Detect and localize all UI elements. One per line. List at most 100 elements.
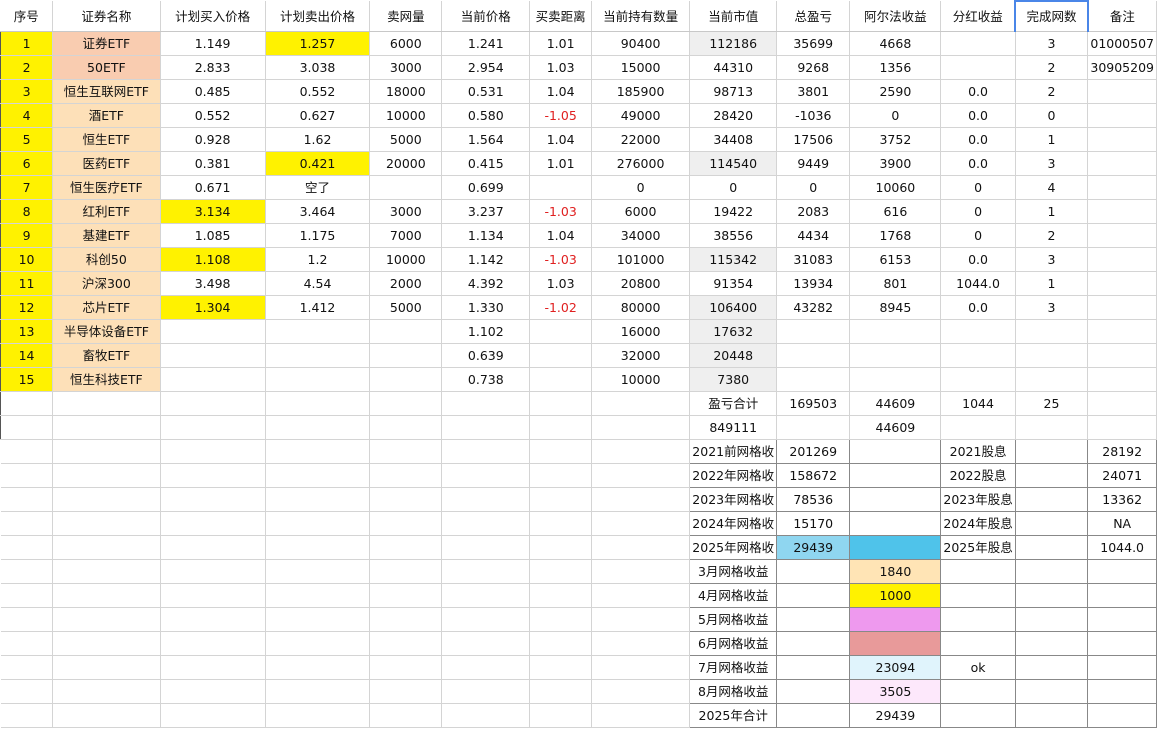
cell-name[interactable]: 沪深300 [52,271,161,296]
cell-holding-qty[interactable] [591,415,691,440]
cell-dividend[interactable] [940,367,1016,392]
cell-note[interactable]: 1044.0 [1087,535,1157,560]
cell-current-price[interactable]: 1.330 [441,295,531,320]
cell-buy-price[interactable] [160,583,266,608]
cell-buy-price[interactable] [160,415,266,440]
cell-sell-price[interactable] [265,487,371,512]
cell-index[interactable] [0,655,54,680]
cell-grid-qty[interactable] [369,535,443,560]
column-header-note[interactable]: 备注 [1087,1,1157,32]
cell-current-price[interactable]: 0.738 [441,367,531,392]
cell-note[interactable]: NA [1087,511,1157,536]
cell-market-value[interactable]: 34408 [689,127,778,152]
cell-distance[interactable]: -1.03 [529,247,592,272]
cell-buy-price[interactable]: 0.381 [160,151,266,176]
cell-distance[interactable]: -1.02 [529,295,592,320]
cell-index[interactable] [0,511,54,536]
cell-dividend[interactable]: 2022股息 [940,463,1016,488]
cell-note[interactable]: 30905209 [1087,55,1157,80]
cell-name[interactable]: 恒生科技ETF [52,367,161,392]
cell-current-price[interactable]: 1.134 [441,223,531,248]
cell-buy-price[interactable]: 0.485 [160,79,266,104]
cell-grid-qty[interactable] [369,679,443,704]
cell-grid-qty[interactable] [369,391,443,416]
cell-market-value[interactable]: 20448 [689,343,778,368]
cell-buy-price[interactable] [160,391,266,416]
cell-name[interactable] [52,631,161,656]
cell-dividend[interactable]: 0 [940,175,1016,200]
cell-name[interactable]: 恒生ETF [52,127,161,152]
cell-name[interactable]: 恒生互联网ETF [52,79,161,104]
cell-holding-qty[interactable]: 0 [591,175,691,200]
cell-dividend[interactable]: 0 [940,199,1016,224]
cell-grid-qty[interactable] [369,607,443,632]
cell-current-price[interactable] [441,631,531,656]
cell-grids-done[interactable]: 4 [1015,175,1089,200]
cell-current-price[interactable]: 0.415 [441,151,531,176]
cell-index[interactable]: 4 [0,103,54,128]
cell-sell-price[interactable]: 1.175 [265,223,371,248]
cell-grid-qty[interactable]: 3000 [369,199,443,224]
cell-sell-price[interactable] [265,367,371,392]
cell-buy-price[interactable] [160,487,266,512]
column-header-name[interactable]: 证券名称 [52,1,161,32]
cell-name[interactable]: 50ETF [52,55,161,80]
cell-index[interactable]: 12 [0,295,54,320]
cell-grids-done[interactable] [1015,535,1089,560]
cell-distance[interactable] [529,343,592,368]
cell-distance[interactable]: 1.04 [529,223,592,248]
cell-grid-qty[interactable] [369,463,443,488]
cell-current-price[interactable] [441,535,531,560]
cell-market-value[interactable]: 6月网格收益 [689,631,778,656]
cell-index[interactable]: 9 [0,223,54,248]
cell-grids-done[interactable] [1015,415,1089,440]
cell-market-value[interactable]: 4月网格收益 [689,583,778,608]
cell-grid-qty[interactable] [369,655,443,680]
cell-grid-qty[interactable] [369,487,443,512]
cell-current-price[interactable] [441,439,531,464]
cell-current-price[interactable]: 3.237 [441,199,531,224]
cell-holding-qty[interactable] [591,439,691,464]
cell-market-value[interactable]: 2021前网格收 [689,439,778,464]
cell-total-pnl[interactable]: 43282 [776,295,851,320]
cell-total-pnl[interactable]: 158672 [776,463,851,488]
cell-sell-price[interactable] [265,655,371,680]
cell-total-pnl[interactable]: 4434 [776,223,851,248]
cell-grids-done[interactable] [1015,631,1089,656]
cell-index[interactable]: 11 [0,271,54,296]
cell-alpha-income[interactable]: 3752 [849,127,942,152]
cell-buy-price[interactable] [160,655,266,680]
cell-current-price[interactable] [441,703,531,728]
cell-market-value[interactable]: 2025年合计 [689,703,778,728]
cell-sell-price[interactable]: 1.257 [265,31,371,56]
cell-alpha-income[interactable]: 4668 [849,31,942,56]
cell-market-value[interactable]: 8月网格收益 [689,679,778,704]
column-header-grid-qty[interactable]: 卖网量 [369,1,443,32]
cell-holding-qty[interactable]: 80000 [591,295,691,320]
cell-buy-price[interactable]: 3.134 [160,199,266,224]
cell-market-value[interactable]: 7月网格收益 [689,655,778,680]
cell-holding-qty[interactable] [591,583,691,608]
cell-holding-qty[interactable] [591,559,691,584]
cell-total-pnl[interactable] [776,415,851,440]
cell-index[interactable] [0,439,54,464]
cell-dividend[interactable] [940,55,1016,80]
cell-distance[interactable] [529,175,592,200]
cell-grid-qty[interactable] [369,343,443,368]
cell-name[interactable] [52,391,161,416]
cell-dividend[interactable]: 0.0 [940,79,1016,104]
cell-sell-price[interactable] [265,607,371,632]
cell-buy-price[interactable] [160,343,266,368]
cell-distance[interactable] [529,679,592,704]
cell-name[interactable] [52,559,161,584]
cell-note[interactable]: 28192 [1087,439,1157,464]
cell-name[interactable]: 基建ETF [52,223,161,248]
cell-sell-price[interactable]: 空了 [265,175,371,200]
cell-holding-qty[interactable]: 32000 [591,343,691,368]
cell-name[interactable] [52,487,161,512]
cell-dividend[interactable]: 0 [940,223,1016,248]
cell-sell-price[interactable] [265,559,371,584]
cell-current-price[interactable]: 0.639 [441,343,531,368]
cell-grids-done[interactable] [1015,343,1089,368]
cell-grid-qty[interactable]: 7000 [369,223,443,248]
